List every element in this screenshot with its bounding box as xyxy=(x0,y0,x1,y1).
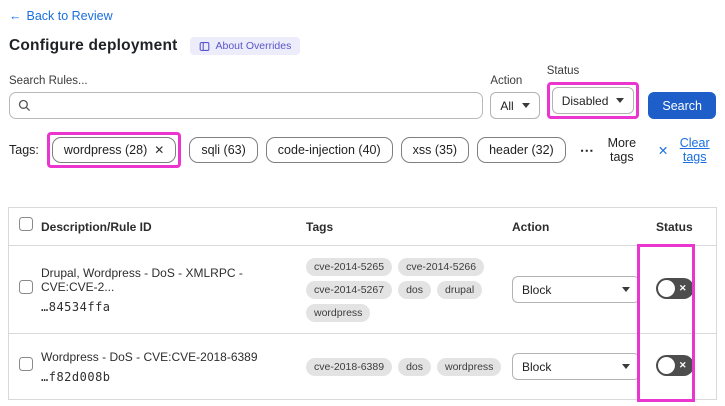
action-select-value: Block xyxy=(522,282,552,297)
select-all-checkbox[interactable] xyxy=(19,217,33,231)
page-title: Configure deployment xyxy=(9,37,178,54)
action-filter-select[interactable]: All xyxy=(490,92,540,119)
toggle-off-x-icon: ✕ xyxy=(679,282,687,293)
back-to-review-link[interactable]: ← Back to Review xyxy=(9,9,113,23)
rule-tag: dos xyxy=(398,280,431,299)
rule-tag: dos xyxy=(398,357,431,376)
table-header-row: Description/Rule ID Tags Action Status xyxy=(9,208,716,245)
search-rules-label: Search Rules... xyxy=(9,75,88,87)
search-icon xyxy=(18,99,31,112)
search-rules-input[interactable] xyxy=(37,98,475,113)
caret-down-icon xyxy=(622,364,630,369)
tag-pill-header[interactable]: header (32) xyxy=(477,137,566,163)
clear-tags-label: Clear tags xyxy=(679,136,710,164)
column-header-action: Action xyxy=(512,219,550,234)
column-header-tags: Tags xyxy=(306,219,334,234)
highlight-status-filter: Disabled xyxy=(546,82,640,119)
ellipsis-icon: ⋯ xyxy=(579,141,595,158)
table-row: Wordpress - DoS - CVE:CVE-2018-6389 …f82… xyxy=(9,333,716,399)
search-button[interactable]: Search xyxy=(648,92,716,119)
row-checkbox[interactable] xyxy=(19,357,33,371)
remove-tag-icon[interactable]: ✕ xyxy=(154,144,164,156)
rule-tag: drupal xyxy=(437,280,483,299)
configure-deployment-page: ← Back to Review Configure deployment Ab… xyxy=(0,0,725,406)
back-arrow-icon: ← xyxy=(9,9,22,23)
tag-pill-code-injection[interactable]: code-injection (40) xyxy=(265,137,393,163)
tag-pill-wordpress[interactable]: wordpress (28) ✕ xyxy=(51,137,177,163)
action-select[interactable]: Block xyxy=(512,276,640,303)
column-header-status: Status xyxy=(656,219,693,234)
action-select-value: Block xyxy=(522,359,552,374)
back-link-label: Back to Review xyxy=(26,9,113,23)
rule-tag: wordpress xyxy=(437,357,502,376)
rule-tags: cve-2014-5265 cve-2014-5266 cve-2014-526… xyxy=(306,257,506,322)
status-filter-select[interactable]: Disabled xyxy=(551,87,635,114)
about-overrides-label: About Overrides xyxy=(215,40,292,52)
highlight-selected-tag: wordpress (28) ✕ xyxy=(46,132,182,168)
tag-pill-sqli[interactable]: sqli (63) xyxy=(189,137,258,163)
action-filter-value: All xyxy=(500,98,514,113)
tags-label: Tags: xyxy=(9,143,39,157)
rule-tag: cve-2014-5266 xyxy=(398,257,485,276)
rule-description: Wordpress - DoS - CVE:CVE-2018-6389 xyxy=(41,349,258,364)
rule-id: …f82d008b xyxy=(41,369,111,384)
about-overrides-badge[interactable]: About Overrides xyxy=(190,37,301,55)
search-input-box[interactable] xyxy=(9,92,484,119)
rule-id: …84534ffa xyxy=(41,299,111,314)
rules-table: Description/Rule ID Tags Action Status D… xyxy=(8,207,717,402)
action-select[interactable]: Block xyxy=(512,353,640,380)
tag-pill-xss[interactable]: xss (35) xyxy=(400,137,470,163)
status-toggle[interactable]: ✕ xyxy=(656,277,694,299)
more-tags-button[interactable]: ⋯ More tags xyxy=(580,136,642,164)
tags-bar: Tags: wordpress (28) ✕ sqli (63) code-in… xyxy=(9,132,716,168)
clear-tags-button[interactable]: ✕ Clear tags xyxy=(658,136,716,164)
caret-down-icon xyxy=(622,287,630,292)
toggle-off-x-icon: ✕ xyxy=(679,359,687,370)
filter-bar: Search Rules... Action All Status Disabl… xyxy=(9,65,716,119)
rule-tag: cve-2014-5265 xyxy=(306,257,393,276)
tag-pill-label: wordpress (28) xyxy=(63,143,148,157)
more-tags-label: More tags xyxy=(607,136,637,164)
rule-tag: cve-2018-6389 xyxy=(306,357,393,376)
toggle-knob xyxy=(658,356,675,374)
caret-down-icon xyxy=(521,103,530,108)
rule-tag: wordpress xyxy=(306,303,371,322)
title-row: Configure deployment About Overrides xyxy=(9,37,725,55)
status-filter-label: Status xyxy=(546,65,580,77)
column-header-description: Description/Rule ID xyxy=(41,219,152,234)
caret-down-icon xyxy=(616,98,625,103)
status-filter-value: Disabled xyxy=(561,93,609,108)
document-icon xyxy=(199,41,210,52)
table-row: Drupal, Wordpress - DoS - XMLRPC - CVE:C… xyxy=(9,245,716,333)
status-toggle[interactable]: ✕ xyxy=(656,354,694,376)
toggle-knob xyxy=(658,279,675,297)
action-filter-label: Action xyxy=(490,75,523,87)
rule-tag: cve-2014-5267 xyxy=(306,280,393,299)
rule-tags: cve-2018-6389 dos wordpress xyxy=(306,357,506,376)
clear-icon: ✕ xyxy=(657,143,669,158)
row-checkbox[interactable] xyxy=(19,280,33,294)
rule-description: Drupal, Wordpress - DoS - XMLRPC - CVE:C… xyxy=(41,265,243,294)
